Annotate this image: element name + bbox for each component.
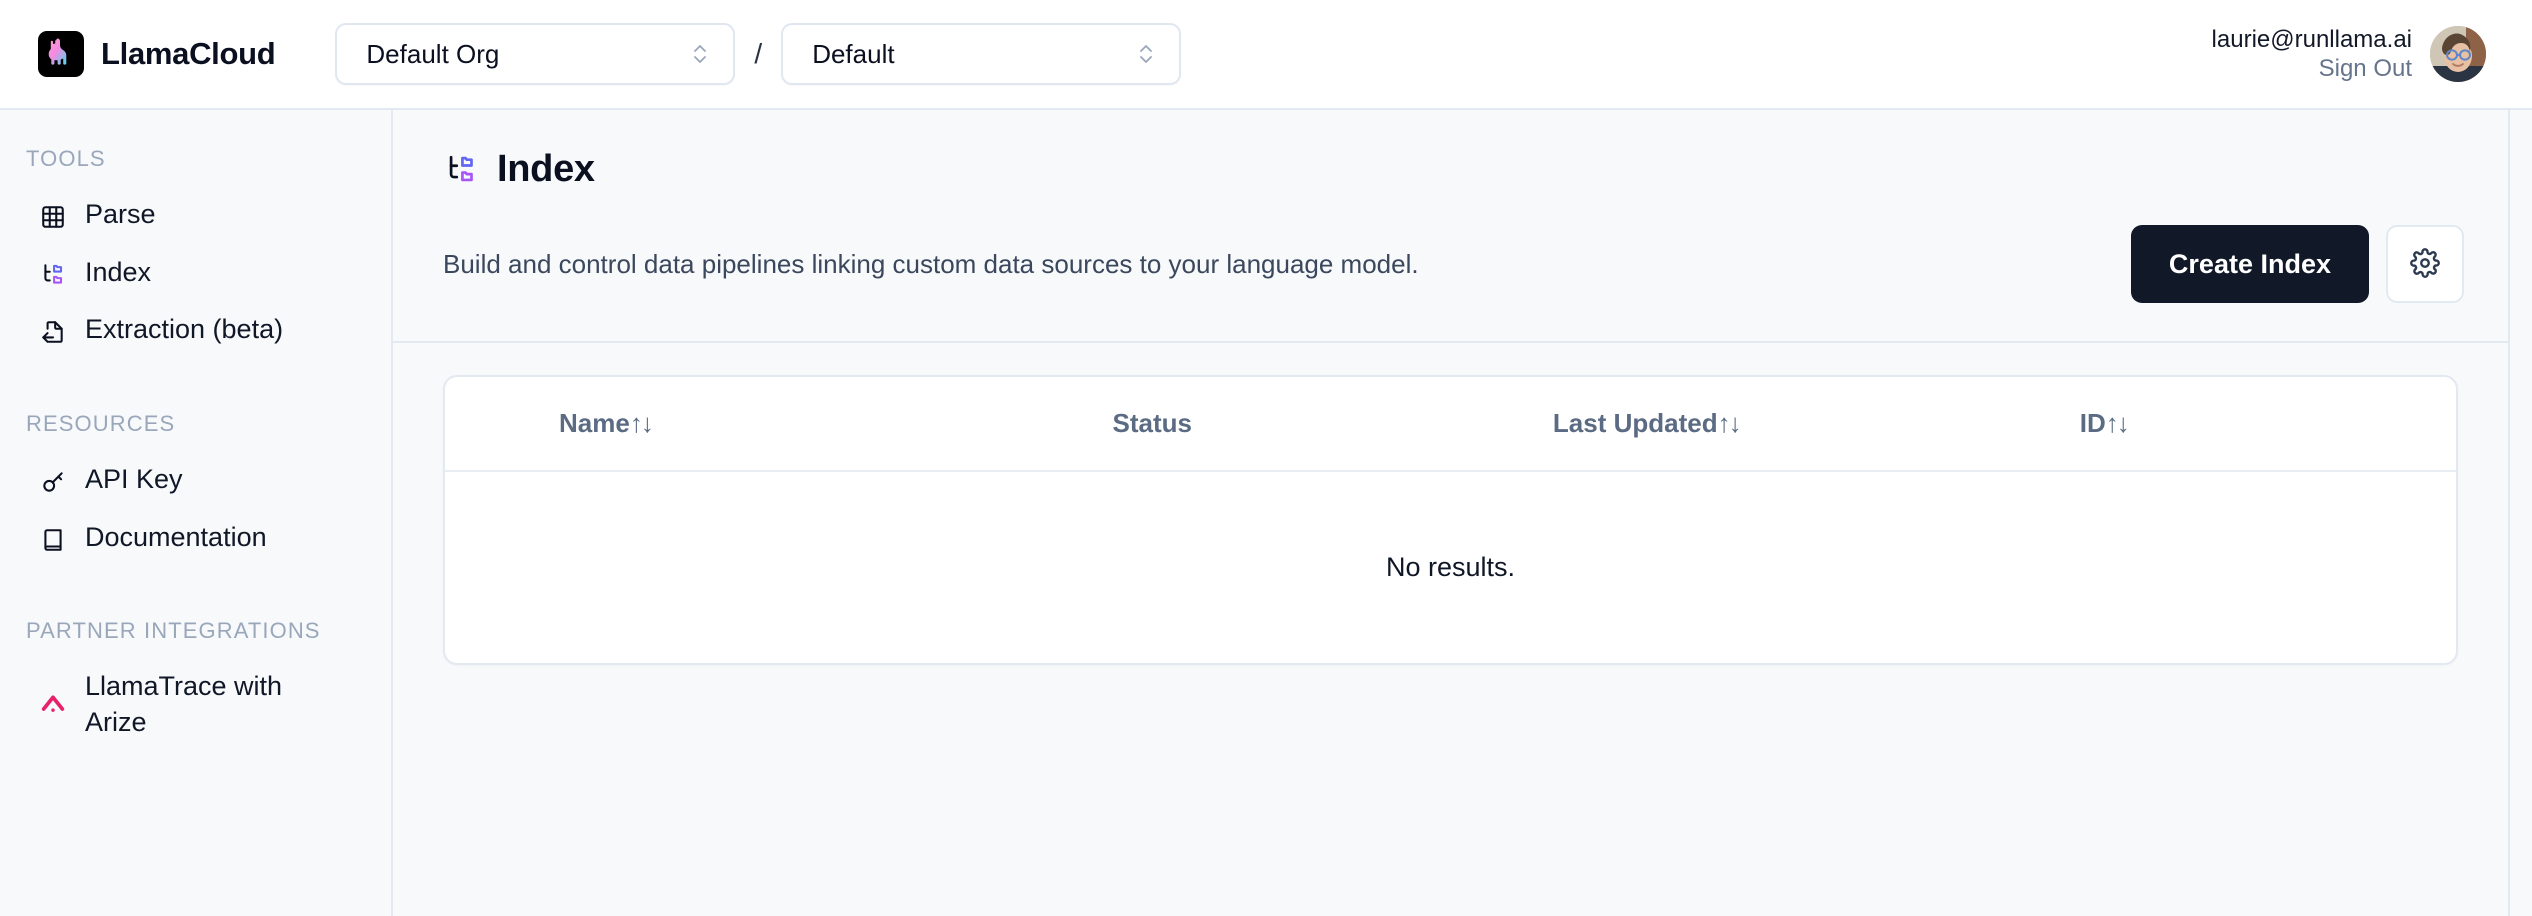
- sidebar-item-llamatrace-arize[interactable]: LlamaTrace with Arize: [12, 658, 379, 751]
- column-label: Last Updated: [1552, 408, 1718, 438]
- key-icon: [38, 467, 68, 497]
- sidebar: TOOLS Parse Index Extraction (beta) RESO…: [0, 110, 393, 916]
- page-title: Index: [497, 148, 595, 190]
- column-header-name[interactable]: Name↑↓: [445, 377, 1089, 472]
- page-subtitle: Build and control data pipelines linking…: [443, 248, 1419, 279]
- brand[interactable]: LlamaCloud: [38, 31, 276, 77]
- sort-arrows-icon[interactable]: ↑↓: [1718, 408, 1742, 438]
- column-header-status: Status: [1088, 377, 1531, 472]
- sidebar-item-label: Index: [85, 256, 152, 287]
- table-area: Name↑↓ Status Last Updated↑↓ ID↑↓ No res…: [393, 343, 2508, 916]
- column-header-id[interactable]: ID↑↓: [2053, 377, 2456, 472]
- sidebar-group-tools: TOOLS Parse Index Extraction (beta): [0, 146, 391, 359]
- top-header-bar: LlamaCloud Default Org / Default laurie@…: [0, 0, 2532, 110]
- account-text: laurie@runllama.ai Sign Out: [2212, 25, 2412, 84]
- index-tree-icon: [443, 152, 479, 188]
- grid-table-icon: [38, 202, 68, 232]
- sidebar-item-index[interactable]: Index: [12, 244, 379, 302]
- chevron-up-down-icon: [687, 38, 713, 70]
- page-title-row: Index: [443, 148, 2464, 191]
- sort-arrows-icon[interactable]: ↑↓: [630, 408, 654, 438]
- create-index-button[interactable]: Create Index: [2130, 225, 2369, 303]
- page-actions: Create Index: [2130, 225, 2464, 303]
- table-body: No results.: [445, 471, 2456, 663]
- project-select[interactable]: Default: [781, 23, 1182, 85]
- sidebar-item-extraction[interactable]: Extraction (beta): [12, 301, 379, 359]
- gear-icon: [2410, 247, 2440, 281]
- index-table: Name↑↓ Status Last Updated↑↓ ID↑↓ No res…: [445, 377, 2456, 663]
- column-label: Name: [559, 408, 630, 438]
- app-root: LlamaCloud Default Org / Default laurie@…: [0, 0, 2532, 916]
- empty-message: No results.: [1385, 552, 1516, 582]
- sidebar-item-label: Parse: [85, 199, 156, 229]
- sidebar-item-parse[interactable]: Parse: [12, 186, 379, 244]
- page-subtitle-row: Build and control data pipelines linking…: [443, 225, 2464, 341]
- sign-out-link[interactable]: Sign Out: [2319, 54, 2412, 83]
- sidebar-group-resources: RESOURCES API Key Documentation: [0, 411, 391, 566]
- breadcrumb-separator: /: [754, 38, 763, 69]
- settings-button[interactable]: [2386, 225, 2464, 303]
- index-table-card: Name↑↓ Status Last Updated↑↓ ID↑↓ No res…: [443, 375, 2458, 665]
- main-content: Index Build and control data pipelines l…: [393, 110, 2510, 916]
- column-label: ID: [2079, 408, 2106, 438]
- table-head: Name↑↓ Status Last Updated↑↓ ID↑↓: [445, 377, 2456, 472]
- llama-logo-icon: [38, 31, 84, 77]
- index-tree-icon: [38, 260, 68, 290]
- account-area: laurie@runllama.ai Sign Out: [2212, 25, 2486, 84]
- org-select[interactable]: Default Org: [335, 23, 736, 85]
- sidebar-item-label: Extraction (beta): [85, 314, 284, 345]
- table-header-row: Name↑↓ Status Last Updated↑↓ ID↑↓: [445, 377, 2456, 472]
- sidebar-item-label: Documentation: [85, 521, 267, 552]
- sidebar-group-title: RESOURCES: [26, 410, 176, 436]
- file-extract-icon: [38, 317, 68, 347]
- sidebar-group-title: TOOLS: [26, 146, 106, 171]
- page-header: Index Build and control data pipelines l…: [393, 110, 2508, 341]
- sidebar-group-title: PARTNER INTEGRATIONS: [26, 618, 321, 644]
- body: TOOLS Parse Index Extraction (beta) RESO…: [0, 110, 2532, 916]
- project-select-value: Default: [812, 38, 895, 69]
- avatar[interactable]: [2430, 26, 2486, 82]
- column-header-last-updated[interactable]: Last Updated↑↓: [1530, 377, 2054, 472]
- brand-name: LlamaCloud: [101, 36, 276, 71]
- table-empty-row: No results.: [445, 471, 2456, 663]
- book-icon: [38, 525, 68, 555]
- sidebar-item-label: LlamaTrace with Arize: [85, 671, 283, 737]
- context-selectors: Default Org / Default: [335, 23, 1182, 85]
- org-select-value: Default Org: [366, 38, 500, 69]
- sidebar-item-api-key[interactable]: API Key: [12, 451, 379, 509]
- sidebar-group-partner-integrations: PARTNER INTEGRATIONS LlamaTrace with Ari…: [0, 618, 391, 751]
- chevron-up-down-icon: [1133, 38, 1159, 70]
- account-email: laurie@runllama.ai: [2211, 25, 2412, 53]
- sidebar-item-documentation[interactable]: Documentation: [12, 509, 379, 567]
- sort-arrows-icon[interactable]: ↑↓: [2106, 408, 2130, 438]
- arize-chevron-icon: [38, 687, 68, 717]
- sidebar-item-label: API Key: [85, 463, 183, 494]
- right-rail: [2510, 110, 2532, 916]
- column-label: Status: [1112, 408, 1192, 438]
